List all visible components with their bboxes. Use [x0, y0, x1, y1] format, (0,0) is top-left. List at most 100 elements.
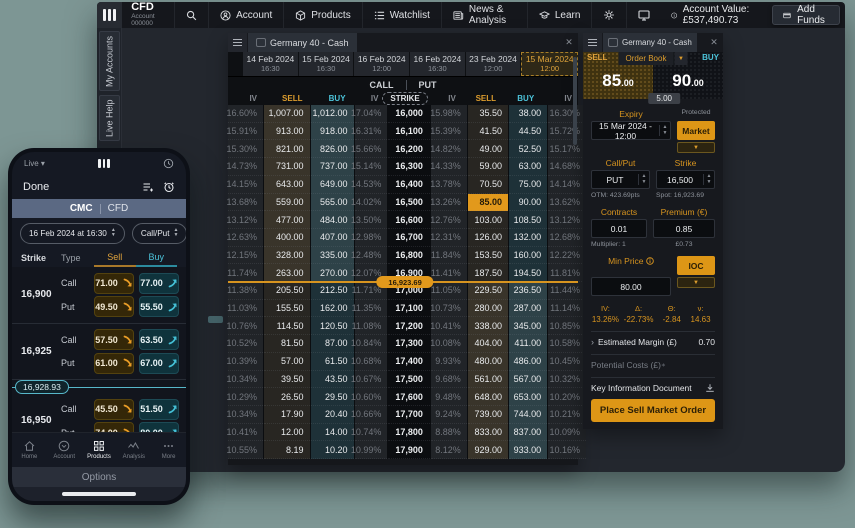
buy-price-cell[interactable]: 108.50 [509, 211, 547, 229]
call-toggle[interactable]: CALL [370, 80, 394, 90]
buy-price-cell[interactable]: 43.50 [311, 371, 354, 389]
strike-cell[interactable]: 17,100 [388, 300, 429, 318]
buy-price-cell[interactable]: 61.50 [311, 353, 354, 371]
nav-products[interactable]: Products [283, 2, 361, 28]
sell-price-cell[interactable]: 643.00 [264, 176, 310, 194]
strike-cell[interactable]: 17,900 [388, 441, 429, 459]
sell-price-cell[interactable]: 205.50 [264, 282, 310, 300]
strike-cell[interactable]: 16,700 [388, 229, 429, 247]
buy-price-cell[interactable]: 162.00 [311, 300, 354, 318]
strike-cell[interactable]: 17,300 [388, 335, 429, 353]
history-clock-icon[interactable] [163, 158, 174, 169]
strike-cell[interactable]: 17,600 [388, 388, 429, 406]
add-funds-button[interactable]: Add Funds [772, 5, 840, 25]
sell-price-cell[interactable]: 85.00 [468, 194, 508, 212]
sell-price-cell[interactable]: 59.00 [468, 158, 508, 176]
sell-price-cell[interactable]: 400.00 [264, 229, 310, 247]
alarm-clock-icon[interactable] [163, 181, 175, 193]
segment-cfd[interactable]: CFD [108, 203, 129, 214]
nav-watchlist[interactable]: Watchlist [362, 2, 441, 28]
buy-price-cell[interactable]: 44.50 [509, 123, 547, 141]
put-toggle[interactable]: PUT [419, 80, 437, 90]
buy-price-cell[interactable]: 287.00 [509, 300, 547, 318]
buy-price-cell[interactable]: 212.50 [311, 282, 354, 300]
nav-news-analysis[interactable]: News & Analysis [441, 2, 527, 28]
sell-price-cell[interactable]: 70.50 [468, 176, 508, 194]
buy-price-button[interactable]: 55.50 [139, 296, 179, 317]
buy-price-cell[interactable]: 52.50 [509, 140, 547, 158]
sell-price-cell[interactable]: 263.00 [264, 264, 310, 282]
buy-price-button[interactable]: 67.00 [139, 353, 179, 374]
search-button[interactable] [174, 2, 208, 28]
sell-price-cell[interactable]: 821.00 [264, 140, 310, 158]
strike-select[interactable]: 16,500 ▲▼ [656, 170, 715, 189]
sell-price-button[interactable]: 74.00 [94, 422, 134, 432]
expiry-tab[interactable]: 15 Feb 202416:30 [299, 52, 354, 76]
place-order-button[interactable]: Place Sell Market Order [591, 399, 715, 422]
chain-scrollbar-thumb[interactable] [573, 57, 577, 145]
sell-price-cell[interactable]: 929.00 [468, 441, 508, 459]
close-icon[interactable]: ✕ [705, 33, 723, 52]
strike-cell[interactable]: 16,500 [388, 194, 429, 212]
options-bar[interactable]: Options [12, 467, 186, 487]
strike-cell[interactable]: 16,100 [388, 123, 429, 141]
buy-header[interactable]: Buy [136, 248, 178, 267]
strike-cell[interactable]: 16,200 [388, 140, 429, 158]
panel-menu-button[interactable] [228, 33, 247, 52]
expiry-tab[interactable]: 15 Mar 202412:00 [521, 52, 578, 76]
buy-price-button[interactable]: 77.00 [139, 273, 179, 294]
sell-price-cell[interactable]: 480.00 [468, 353, 508, 371]
nav-more[interactable]: More [151, 433, 186, 467]
callput-select[interactable]: PUT ▲▼ [591, 170, 650, 189]
sell-price-cell[interactable]: 559.00 [264, 194, 310, 212]
sell-price-cell[interactable]: 35.50 [468, 105, 508, 123]
platform-view-button[interactable] [626, 2, 661, 28]
buy-price-cell[interactable]: 20.40 [311, 406, 354, 424]
sell-price-cell[interactable]: 81.50 [264, 335, 310, 353]
strike-cell[interactable]: 17,700 [388, 406, 429, 424]
cmc-logo[interactable] [97, 2, 122, 28]
strike-cell[interactable]: 16,000 [388, 105, 429, 123]
buy-price-cell[interactable]: 14.00 [311, 424, 354, 442]
close-icon[interactable]: ✕ [560, 33, 578, 52]
premium-input[interactable]: 0.85 [653, 219, 715, 238]
sell-price-cell[interactable]: 328.00 [264, 247, 310, 265]
sell-price-cell[interactable]: 648.00 [468, 388, 508, 406]
platform-segment-control[interactable]: CMC CFD [12, 199, 186, 218]
buy-price-cell[interactable]: 38.00 [509, 105, 547, 123]
sell-price-cell[interactable]: 731.00 [264, 158, 310, 176]
sell-price-cell[interactable]: 187.50 [468, 264, 508, 282]
buy-price-cell[interactable]: 90.00 [509, 194, 547, 212]
buy-price-cell[interactable]: 744.00 [509, 406, 547, 424]
sell-price-cell[interactable]: 833.00 [468, 424, 508, 442]
nav-learn[interactable]: Learn [527, 2, 592, 28]
sell-price-cell[interactable]: 41.50 [468, 123, 508, 141]
buy-price-cell[interactable]: 484.00 [311, 211, 354, 229]
stepper-icon[interactable]: ▲▼ [703, 174, 714, 185]
buy-price-cell[interactable]: 29.50 [311, 388, 354, 406]
strike-cell[interactable]: 17,400 [388, 353, 429, 371]
nav-analysis[interactable]: Analysis [116, 433, 151, 467]
buy-price-cell[interactable]: 737.00 [311, 158, 354, 176]
buy-price-cell[interactable]: 194.50 [509, 264, 547, 282]
sell-price-cell[interactable]: 229.50 [468, 282, 508, 300]
sell-price-button[interactable]: 49.50 [94, 296, 134, 317]
sell-price-cell[interactable]: 26.50 [264, 388, 310, 406]
side-tab-my-accounts[interactable]: My Accounts [99, 31, 120, 91]
buy-price-cell[interactable]: 10.20 [311, 441, 354, 459]
sell-price-cell[interactable]: 126.00 [468, 229, 508, 247]
buy-price-cell[interactable]: 345.00 [509, 317, 547, 335]
callput-filter-pill[interactable]: Call/Put▲▼ [132, 223, 186, 244]
buy-price-cell[interactable]: 407.00 [311, 229, 354, 247]
panel-menu-button[interactable] [583, 33, 602, 52]
chain-instrument-tab[interactable]: Germany 40 - Cash [248, 33, 357, 52]
sell-price-button[interactable]: 61.00 [94, 353, 134, 374]
sell-price-cell[interactable]: 17.90 [264, 406, 310, 424]
download-icon[interactable] [705, 383, 715, 393]
sell-price-cell[interactable]: 477.00 [264, 211, 310, 229]
sell-price-button[interactable]: 57.50 [94, 329, 134, 350]
sell-price-cell[interactable]: 49.00 [468, 140, 508, 158]
tif-expand-button[interactable]: ▼ [677, 277, 715, 288]
sell-price-cell[interactable]: 913.00 [264, 123, 310, 141]
segment-cmc[interactable]: CMC [70, 203, 93, 214]
